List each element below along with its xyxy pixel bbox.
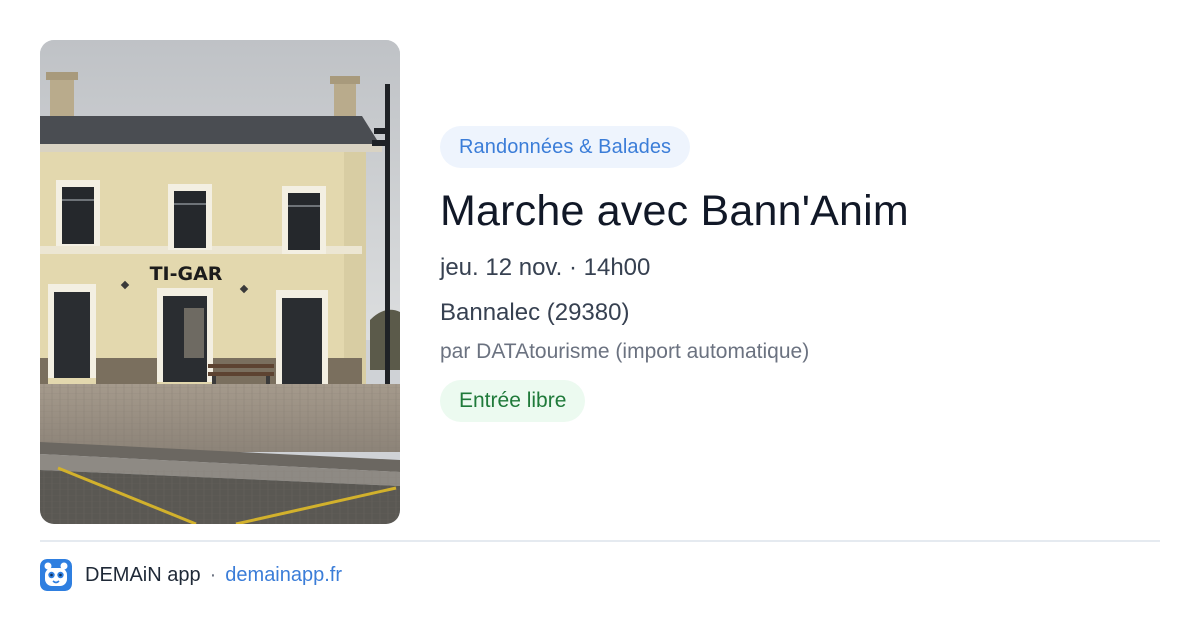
event-source: par DATAtourisme (import automatique) xyxy=(440,340,810,363)
app-website-link[interactable]: demainapp.fr xyxy=(225,564,342,587)
price-badge: Entrée libre xyxy=(440,380,586,422)
divider xyxy=(40,540,1160,542)
app-name: DEMAiN app xyxy=(85,563,201,586)
event-share-card: TI-GAR Randonnées & Balades Marche avec … xyxy=(0,0,1200,630)
footer: DEMAiN app · demainapp.fr xyxy=(40,558,342,592)
footer-separator: · xyxy=(209,563,217,586)
event-photo: TI-GAR xyxy=(40,40,400,524)
event-info: Randonnées & Balades Marche avec Bann'An… xyxy=(440,126,1160,422)
station-sign-text: TI-GAR xyxy=(150,263,223,285)
demain-app-logo-icon xyxy=(40,559,72,591)
category-badge[interactable]: Randonnées & Balades xyxy=(440,126,691,168)
event-date: jeu. 12 nov. · 14h00 xyxy=(440,254,651,281)
event-title: Marche avec Bann'Anim xyxy=(440,187,909,235)
event-location: Bannalec (29380) xyxy=(440,299,630,326)
